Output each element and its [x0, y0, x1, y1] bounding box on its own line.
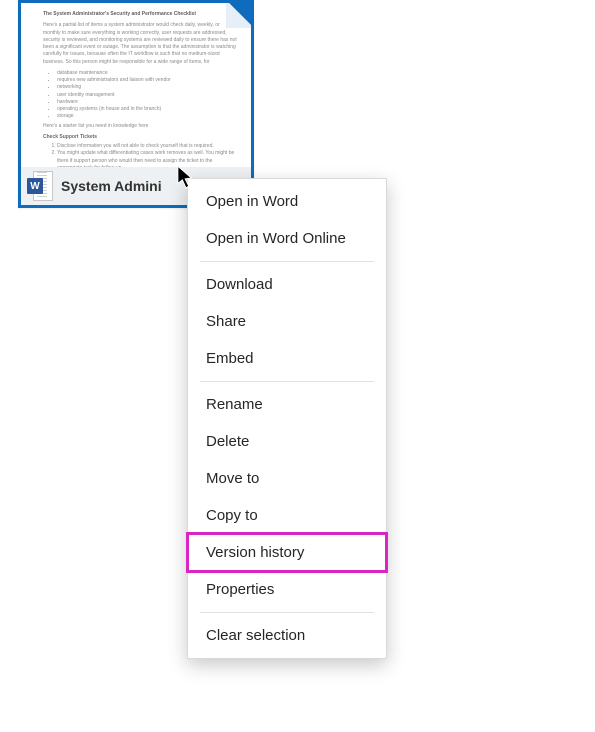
preview-heading: The System Administrator's Security and … — [43, 11, 237, 18]
menu-item-properties[interactable]: Properties — [188, 571, 386, 608]
context-menu: Open in WordOpen in Word Online DownloadS… — [187, 178, 387, 659]
menu-item-version-history[interactable]: Version history — [188, 534, 386, 571]
document-thumbnail: The System Administrator's Security and … — [21, 3, 251, 167]
menu-item-rename[interactable]: Rename — [188, 386, 386, 423]
menu-item-share[interactable]: Share — [188, 303, 386, 340]
menu-separator — [200, 381, 374, 382]
menu-item-move-to[interactable]: Move to — [188, 460, 386, 497]
document-card[interactable]: The System Administrator's Security and … — [18, 0, 254, 208]
menu-item-clear-selection[interactable]: Clear selection — [188, 617, 386, 654]
menu-item-embed[interactable]: Embed — [188, 340, 386, 377]
menu-item-delete[interactable]: Delete — [188, 423, 386, 460]
menu-item-download[interactable]: Download — [188, 266, 386, 303]
menu-separator — [200, 612, 374, 613]
word-document-icon: W — [27, 171, 53, 201]
preview-numbered: Disclose information you will not able t… — [53, 143, 237, 167]
document-title: System Admini — [61, 178, 162, 194]
menu-separator — [200, 261, 374, 262]
menu-item-open-in-word[interactable]: Open in Word — [188, 183, 386, 220]
menu-item-copy-to[interactable]: Copy to — [188, 497, 386, 534]
menu-item-open-in-word-online[interactable]: Open in Word Online — [188, 220, 386, 257]
preview-bullets: database maintenance requires new admini… — [53, 70, 237, 121]
